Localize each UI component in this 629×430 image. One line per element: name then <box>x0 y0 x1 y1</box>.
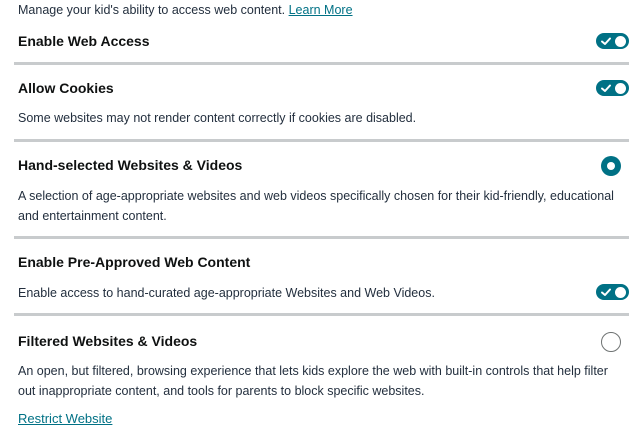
hand-selected-title: Hand-selected Websites & Videos <box>18 157 243 173</box>
divider <box>14 313 629 316</box>
filtered-description: An open, but filtered, browsing experien… <box>18 364 608 398</box>
hand-selected-description: A selection of age-appropriate websites … <box>18 189 614 223</box>
intro-description: Manage your kid's ability to access web … <box>18 3 286 17</box>
cookies-title: Allow Cookies <box>18 80 114 96</box>
check-icon <box>601 288 611 296</box>
learn-more-link[interactable]: Learn More <box>289 3 353 17</box>
cookies-toggle[interactable] <box>596 80 629 96</box>
pre-approved-toggle[interactable] <box>596 284 629 300</box>
filtered-title: Filtered Websites & Videos <box>18 333 198 349</box>
toggle-knob <box>615 35 626 47</box>
check-icon <box>601 37 611 45</box>
radio-dot <box>607 162 615 170</box>
restrict-website-link[interactable]: Restrict Website <box>18 411 112 426</box>
toggle-knob <box>615 286 626 298</box>
filtered-radio[interactable] <box>601 332 621 352</box>
divider <box>14 139 629 142</box>
check-icon <box>601 84 611 92</box>
divider <box>14 62 629 65</box>
web-access-toggle[interactable] <box>596 33 629 49</box>
pre-approved-description: Enable access to hand-curated age-approp… <box>18 286 435 300</box>
divider <box>14 236 629 239</box>
hand-selected-radio[interactable] <box>601 156 621 176</box>
web-access-title: Enable Web Access <box>18 33 150 49</box>
intro-text: Manage your kid's ability to access web … <box>18 3 353 17</box>
pre-approved-title: Enable Pre-Approved Web Content <box>18 254 251 270</box>
cookies-description: Some websites may not render content cor… <box>18 111 417 125</box>
toggle-knob <box>615 82 626 94</box>
